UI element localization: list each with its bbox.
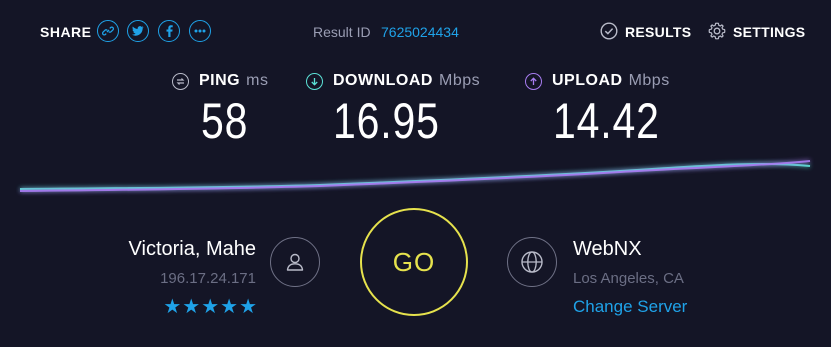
result-id-value[interactable]: 7625024434	[381, 24, 459, 40]
go-button[interactable]: GO	[360, 208, 468, 316]
share-label: SHARE	[40, 24, 92, 40]
settings-link[interactable]: SETTINGS	[733, 24, 805, 40]
upload-graph-line	[19, 160, 811, 192]
download-value: 16.95	[333, 93, 440, 149]
twitter-icon[interactable]	[127, 20, 149, 42]
isp-ip: 196.17.24.171	[160, 270, 256, 287]
result-id-label: Result ID	[313, 24, 371, 40]
upload-icon	[525, 72, 542, 90]
upload-header: UPLOAD Mbps	[525, 72, 670, 90]
more-icon[interactable]	[189, 20, 211, 42]
ping-unit: ms	[246, 72, 269, 89]
upload-value: 14.42	[553, 93, 660, 149]
results-link[interactable]: RESULTS	[625, 24, 691, 40]
server-location: Los Angeles, CA	[573, 270, 684, 287]
server-name: WebNX	[573, 238, 642, 260]
isp-rating-stars[interactable]: ★★★★★	[150, 294, 258, 319]
ping-value: 58	[201, 93, 249, 149]
download-header: DOWNLOAD Mbps	[306, 72, 480, 90]
globe-icon	[507, 237, 557, 287]
download-label: DOWNLOAD	[333, 72, 433, 89]
ping-label: PING	[199, 72, 241, 89]
speed-graph	[19, 160, 811, 192]
download-icon	[306, 72, 323, 90]
isp-name: Victoria, Mahe	[128, 238, 256, 260]
link-icon[interactable]	[97, 20, 119, 42]
ping-header: PING ms	[172, 72, 268, 90]
download-unit: Mbps	[438, 72, 481, 89]
ping-icon	[172, 72, 189, 90]
check-circle-icon[interactable]	[600, 22, 618, 40]
user-icon	[270, 237, 320, 287]
gear-icon[interactable]	[708, 22, 726, 40]
upload-label: UPLOAD	[552, 72, 623, 89]
upload-unit: Mbps	[628, 72, 670, 89]
facebook-icon[interactable]	[158, 20, 180, 42]
change-server-link[interactable]: Change Server	[573, 297, 687, 317]
